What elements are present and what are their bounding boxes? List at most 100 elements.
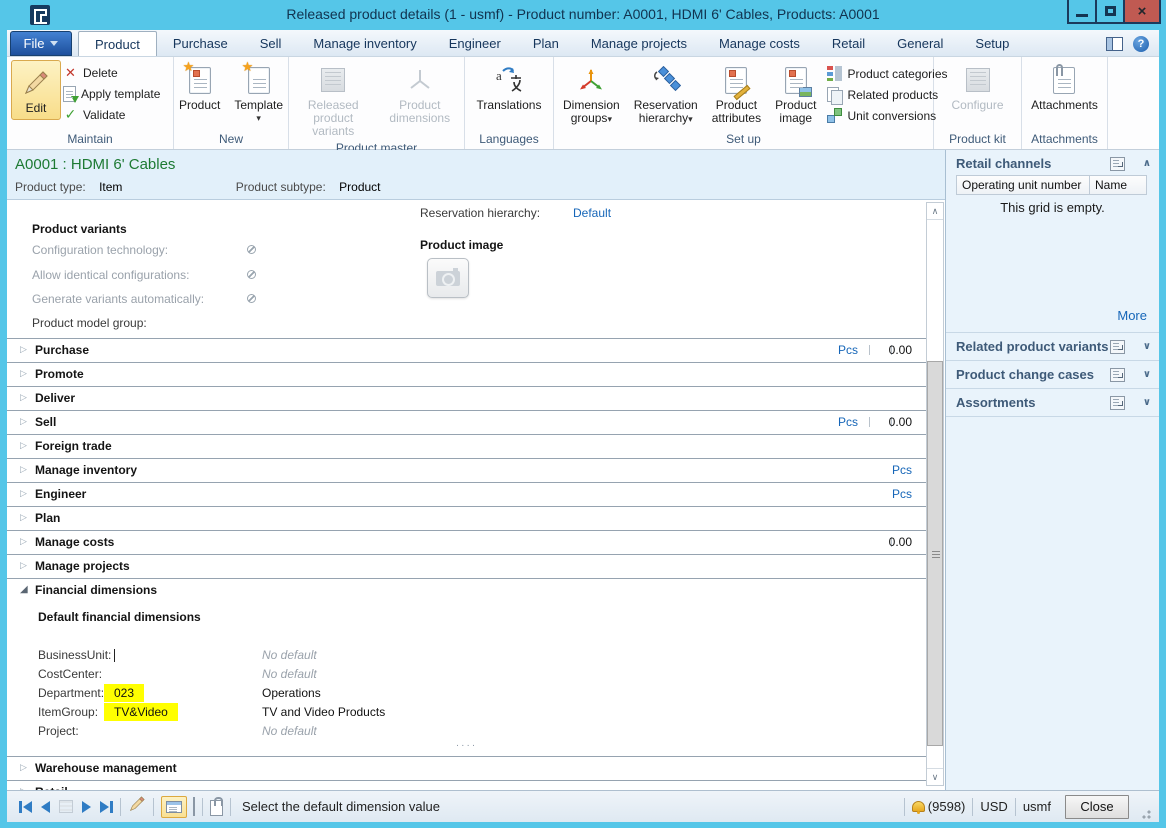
tab-manage-projects[interactable]: Manage projects [575, 31, 703, 56]
section-warehouse-management[interactable]: ▷ Warehouse management [7, 756, 926, 780]
collapse-icon[interactable]: ◢ [20, 584, 28, 595]
product-categories-button[interactable]: Product categories [827, 64, 947, 83]
close-window-button[interactable]: × [1123, 0, 1161, 24]
section-financial-dimensions[interactable]: ◢ Financial dimensions [7, 578, 926, 602]
costcenter-input[interactable] [104, 665, 124, 669]
reservation-hierarchy-button[interactable]: Reservation hierarchy▾ [629, 60, 703, 128]
expand-icon[interactable]: ▷ [20, 512, 27, 523]
tab-sell[interactable]: Sell [244, 31, 298, 56]
expand-icon[interactable]: ▷ [20, 464, 27, 475]
factbox-product-change-cases[interactable]: Product change cases ∨ [946, 362, 1159, 388]
help-icon[interactable]: ? [1133, 36, 1149, 52]
reservation-hierarchy-value[interactable]: Default [573, 206, 611, 220]
section-manage-inventory[interactable]: ▷ Manage inventory Pcs [7, 458, 926, 482]
edit-mode-button[interactable] [128, 795, 146, 818]
tab-purchase[interactable]: Purchase [157, 31, 244, 56]
column-name[interactable]: Name [1089, 175, 1147, 195]
attachments-button[interactable]: Attachments [1026, 60, 1103, 114]
resize-grip[interactable] [1139, 807, 1151, 819]
factbox-window-icon[interactable] [1110, 157, 1125, 171]
record-navigation [15, 800, 113, 813]
tab-engineer[interactable]: Engineer [433, 31, 517, 56]
section-retail[interactable]: ▷ Retail [7, 780, 926, 790]
next-record-button[interactable] [82, 801, 91, 813]
product-image-placeholder-button[interactable] [427, 258, 469, 298]
department-input[interactable]: 023 [104, 684, 144, 702]
factbox-window-icon[interactable] [1110, 368, 1125, 382]
expand-icon[interactable]: ▷ [20, 440, 27, 451]
expand-icon[interactable]: ▷ [20, 392, 27, 403]
related-products-button[interactable]: Related products [827, 85, 947, 104]
expand-icon[interactable]: ▷ [20, 368, 27, 379]
section-foreign-trade[interactable]: ▷ Foreign trade [7, 434, 926, 458]
currency-indicator[interactable]: USD [980, 799, 1007, 814]
scroll-down-button[interactable]: ∨ [927, 768, 943, 785]
translations-button[interactable]: a Translations [472, 60, 547, 114]
more-link[interactable]: More [1117, 308, 1147, 323]
svg-text:a: a [496, 68, 502, 83]
column-operating-unit-number[interactable]: Operating unit number [956, 175, 1090, 195]
businessunit-input[interactable] [104, 646, 125, 664]
expand-icon[interactable]: ▷ [20, 488, 27, 499]
expand-icon[interactable]: ▷ [20, 344, 27, 355]
previous-record-button[interactable] [41, 801, 50, 813]
scrollbar-thumb[interactable] [927, 361, 943, 746]
section-resize-grip[interactable]: ···· [7, 740, 926, 751]
delete-button[interactable]: ✕Delete [63, 63, 160, 82]
expand-icon[interactable]: ▷ [20, 416, 27, 427]
factbox-window-icon[interactable] [1110, 396, 1125, 410]
expand-icon[interactable]: ▷ [20, 536, 27, 547]
company-indicator[interactable]: usmf [1023, 799, 1051, 814]
section-sell[interactable]: ▷ Sell Pcs 0.00 [7, 410, 926, 434]
first-record-button[interactable] [19, 801, 32, 813]
notifications-bell-icon[interactable] [912, 801, 925, 812]
section-promote[interactable]: ▷ Promote [7, 362, 926, 386]
grid-view-button[interactable] [193, 798, 195, 816]
section-purchase[interactable]: ▷ Purchase Pcs 0.00 [7, 338, 926, 362]
factbox-assortments[interactable]: Assortments ∨ [946, 390, 1159, 416]
product-image-button[interactable]: Product image [770, 60, 821, 127]
itemgroup-input[interactable]: TV&Video [104, 703, 178, 721]
new-product-icon: ★ [189, 67, 211, 94]
unit-conversions-button[interactable]: Unit conversions [827, 106, 947, 125]
expand-icon[interactable]: ▷ [20, 560, 27, 571]
edit-button[interactable]: Edit [11, 60, 61, 120]
tab-plan[interactable]: Plan [517, 31, 575, 56]
expand-icon[interactable]: ▷ [20, 762, 27, 773]
tab-manage-inventory[interactable]: Manage inventory [297, 31, 432, 56]
maximize-button[interactable] [1095, 0, 1125, 24]
tab-setup[interactable]: Setup [959, 31, 1025, 56]
apply-template-button[interactable]: Apply template [63, 84, 160, 103]
expand-chevron-icon[interactable]: ∨ [1143, 369, 1151, 380]
tab-product[interactable]: Product [78, 31, 157, 56]
collapse-chevron-icon[interactable]: ∧ [1143, 158, 1151, 169]
factbox-related-product-variants[interactable]: Related product variants ∨ [946, 334, 1159, 360]
factbox-window-icon[interactable] [1110, 340, 1125, 354]
tab-general[interactable]: General [881, 31, 959, 56]
vertical-scrollbar[interactable]: ∧ ∨ [926, 202, 944, 786]
form-view-button[interactable] [161, 796, 187, 818]
section-engineer[interactable]: ▷ Engineer Pcs [7, 482, 926, 506]
expand-chevron-icon[interactable]: ∨ [1143, 341, 1151, 352]
project-input[interactable] [104, 722, 124, 726]
dimension-groups-button[interactable]: Dimension groups▾ [558, 60, 625, 128]
expand-chevron-icon[interactable]: ∨ [1143, 397, 1151, 408]
file-menu-button[interactable]: File [10, 31, 72, 56]
scroll-up-button[interactable]: ∧ [927, 203, 943, 220]
section-manage-costs[interactable]: ▷ Manage costs 0.00 [7, 530, 926, 554]
section-deliver[interactable]: ▷ Deliver [7, 386, 926, 410]
last-record-button[interactable] [100, 801, 113, 813]
new-template-button[interactable]: ★ Template ▾ [229, 60, 288, 127]
section-plan[interactable]: ▷ Plan [7, 506, 926, 530]
tab-manage-costs[interactable]: Manage costs [703, 31, 816, 56]
close-form-button[interactable]: Close [1065, 795, 1129, 819]
product-attributes-button[interactable]: Product attributes [707, 60, 766, 127]
tab-retail[interactable]: Retail [816, 31, 881, 56]
document-attachments-icon[interactable] [210, 800, 223, 816]
notifications-count[interactable]: (9598) [928, 799, 966, 814]
section-manage-projects[interactable]: ▷ Manage projects [7, 554, 926, 578]
new-product-button[interactable]: ★ Product [174, 60, 225, 114]
minimize-button[interactable] [1067, 0, 1097, 24]
validate-button[interactable]: ✓Validate [63, 105, 160, 124]
layout-toggle-icon[interactable] [1106, 37, 1123, 51]
